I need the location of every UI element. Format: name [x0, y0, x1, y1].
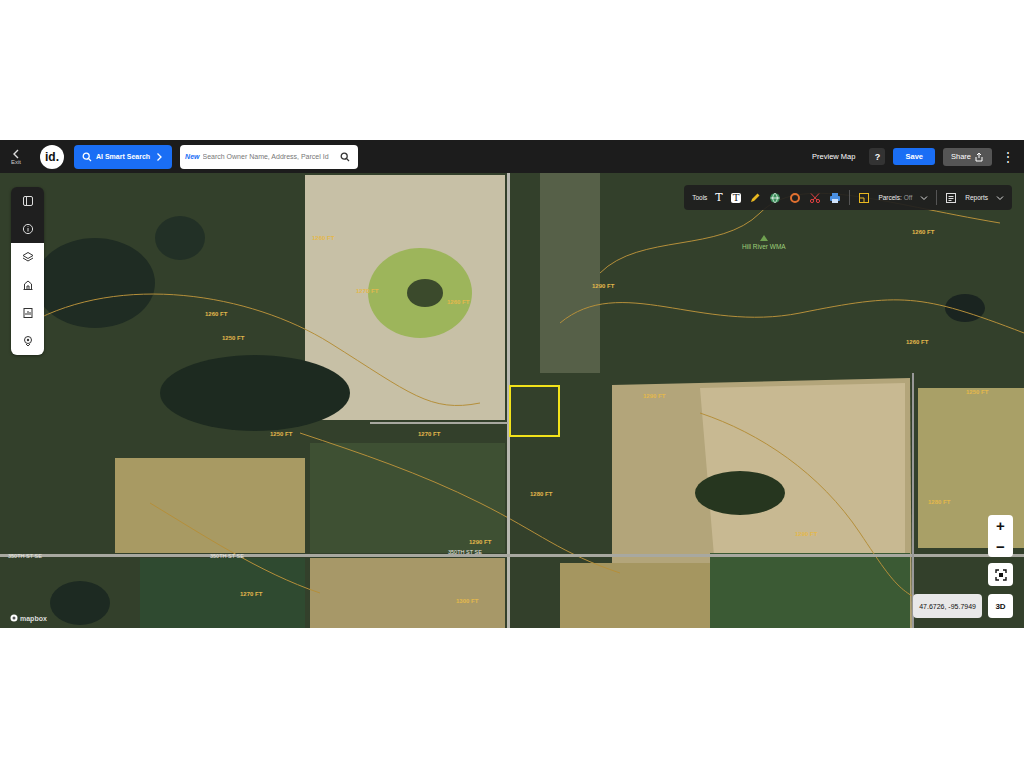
parcels-toggle[interactable]: Parcels: Off: [878, 194, 912, 201]
road-label: 350TH ST SE: [210, 553, 244, 559]
contour-label: 1260 FT: [312, 235, 334, 241]
selected-parcel[interactable]: [509, 385, 560, 437]
coordinates-display: 47.6726, -95.7949: [913, 594, 982, 618]
info-icon: [22, 223, 34, 235]
mapbox-icon: [10, 614, 18, 622]
zoom-controls: + −: [988, 515, 1013, 557]
text-box-tool[interactable]: T: [731, 193, 742, 203]
contour-label: 1260 FT: [205, 311, 227, 317]
mapbox-attribution: mapbox: [10, 614, 47, 622]
chevron-right-icon: [154, 152, 164, 162]
top-space: [0, 0, 1024, 140]
back-arrow-icon: [11, 149, 21, 159]
share-button[interactable]: Share: [943, 148, 992, 166]
reports-icon: [945, 192, 957, 204]
contour-label: 1280 FT: [530, 491, 552, 497]
pencil-icon[interactable]: [749, 192, 761, 204]
page: Exit id. AI Smart Search New Search Owne…: [0, 0, 1024, 768]
contour-label: 1300 FT: [456, 598, 478, 604]
settings-button[interactable]: [11, 327, 44, 355]
parcels-icon: [858, 192, 870, 204]
contour-label: 1270 FT: [240, 591, 262, 597]
save-button[interactable]: Save: [893, 148, 935, 165]
report-icon: [22, 307, 34, 319]
map-sidebar: [11, 187, 44, 355]
zoom-out-button[interactable]: −: [988, 536, 1013, 557]
satellite-imagery: [0, 173, 1024, 628]
exit-button[interactable]: Exit: [6, 149, 26, 165]
logo[interactable]: id.: [40, 145, 64, 169]
help-button[interactable]: ?: [869, 148, 885, 165]
contour-label: 1250 FT: [270, 431, 292, 437]
text-tool[interactable]: T: [715, 192, 722, 203]
building-icon: [22, 279, 34, 291]
contour-label: 1290 FT: [795, 531, 817, 537]
search-icon: [340, 152, 350, 162]
reports-menu[interactable]: Reports: [965, 194, 988, 201]
contour-label: 1260 FT: [912, 229, 934, 235]
contour-label: 1250 FT: [222, 335, 244, 341]
road-label: 350TH ST SE: [8, 553, 42, 559]
contour-label: 1260 FT: [447, 299, 469, 305]
circle-tool-icon[interactable]: [789, 192, 801, 204]
location-settings-icon: [22, 335, 34, 347]
scissors-icon[interactable]: [809, 192, 821, 204]
panel-toggle-button[interactable]: [11, 187, 44, 215]
search-icon: [82, 152, 92, 162]
more-menu-button[interactable]: ⋮: [1000, 150, 1016, 164]
info-button[interactable]: [11, 215, 44, 243]
park-icon: [760, 235, 768, 243]
contour-label: 1290 FT: [592, 283, 614, 289]
panel-icon: [22, 195, 34, 207]
zoom-in-button[interactable]: +: [988, 515, 1013, 536]
printer-icon[interactable]: [829, 192, 841, 204]
buildings-button[interactable]: [11, 271, 44, 299]
recenter-button[interactable]: [988, 563, 1013, 586]
contour-label: 1280 FT: [928, 499, 950, 505]
focus-icon: [995, 569, 1007, 581]
contour-label: 1270 FT: [418, 431, 440, 437]
top-bar: Exit id. AI Smart Search New Search Owne…: [0, 140, 1024, 173]
layers-button[interactable]: [11, 243, 44, 271]
share-icon: [974, 152, 984, 162]
map[interactable]: 1260 FT 1270 FT 1260 FT 1260 FT 1250 FT 1250 …: [0, 173, 1024, 628]
preview-map-button[interactable]: Preview Map: [812, 152, 855, 161]
contour-label: 1260 FT: [906, 339, 928, 345]
search-field[interactable]: New Search Owner Name, Address, Parcel I…: [180, 145, 358, 169]
layers-icon: [22, 251, 34, 263]
contour-label: 1290 FT: [469, 539, 491, 545]
poi-label[interactable]: Hill River WMA: [742, 235, 786, 250]
globe-icon[interactable]: [769, 192, 781, 204]
3d-view-button[interactable]: 3D: [988, 594, 1013, 618]
road-label: 350TH ST SE: [448, 549, 482, 555]
map-toolbar: Tools T T Parcels: Off Reports: [684, 185, 1012, 210]
report-button[interactable]: [11, 299, 44, 327]
ai-search-button[interactable]: AI Smart Search: [74, 145, 172, 169]
chevron-down-icon: [996, 194, 1004, 202]
contour-label: 1250 FT: [966, 389, 988, 395]
contour-label: 1290 FT: [643, 393, 665, 399]
chevron-down-icon: [920, 194, 928, 202]
new-badge: New: [185, 153, 199, 160]
contour-label: 1270 FT: [356, 288, 378, 294]
bottom-space: [0, 628, 1024, 768]
